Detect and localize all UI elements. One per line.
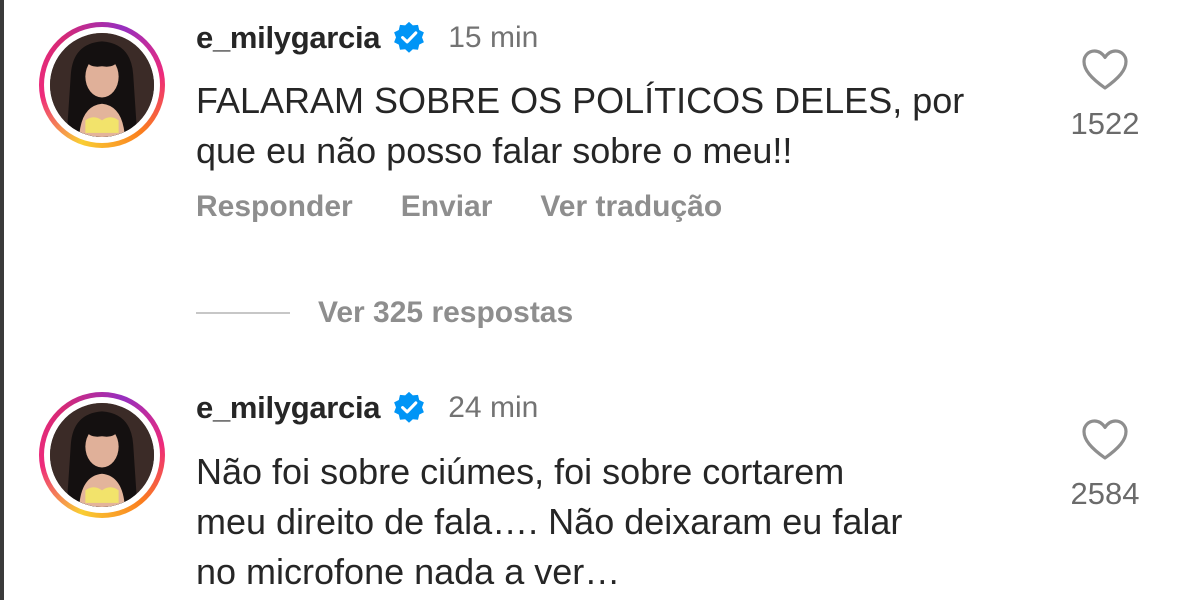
username[interactable]: e_milygarcia (196, 390, 381, 426)
avatar-story-ring[interactable] (39, 22, 165, 148)
window-left-border (0, 0, 4, 600)
comment-timestamp: 24 min (448, 391, 539, 424)
verified-badge-icon (392, 21, 426, 55)
like-count: 1522 (1070, 106, 1140, 141)
comment-header: e_milygarcia 15 min (196, 18, 538, 58)
like-control: 2584 (1050, 418, 1160, 512)
avatar-story-ring[interactable] (39, 392, 165, 518)
comment-text: FALARAM SOBRE OS POLÍTICOS DELES, por qu… (196, 76, 1036, 176)
username[interactable]: e_milygarcia (196, 20, 381, 56)
verified-badge-icon (392, 391, 426, 425)
avatar (50, 33, 154, 137)
comment-text-line: no microfone nada a ver… (196, 551, 621, 592)
heart-outline-icon[interactable] (1081, 48, 1129, 92)
like-control: 1522 (1050, 48, 1160, 142)
comment-text-line: que eu não posso falar sobre o meu!! (196, 130, 793, 171)
avatar (50, 403, 154, 507)
heart-outline-icon[interactable] (1081, 418, 1129, 462)
comment-text: Não foi sobre ciúmes, foi sobre cortarem… (196, 447, 1036, 597)
comment-timestamp: 15 min (448, 21, 539, 54)
comment-text-line: FALARAM SOBRE OS POLÍTICOS DELES, por (196, 80, 965, 121)
view-replies[interactable]: Ver 325 respostas (196, 296, 573, 330)
like-count: 2584 (1070, 476, 1140, 511)
comment-header: e_milygarcia 24 min (196, 388, 538, 428)
comment-actions: Responder Enviar Ver tradução (196, 190, 722, 224)
avatar-photo-icon (50, 403, 154, 507)
comment-text-line: meu direito de fala…. Não deixaram eu fa… (196, 501, 903, 542)
see-translation-button[interactable]: Ver tradução (540, 190, 722, 224)
send-button[interactable]: Enviar (401, 190, 493, 224)
comment-text-line: Não foi sobre ciúmes, foi sobre cortarem (196, 451, 845, 492)
avatar-photo-icon (50, 33, 154, 137)
replies-divider (196, 312, 290, 314)
reply-button[interactable]: Responder (196, 190, 353, 224)
view-replies-button[interactable]: Ver 325 respostas (318, 296, 573, 330)
